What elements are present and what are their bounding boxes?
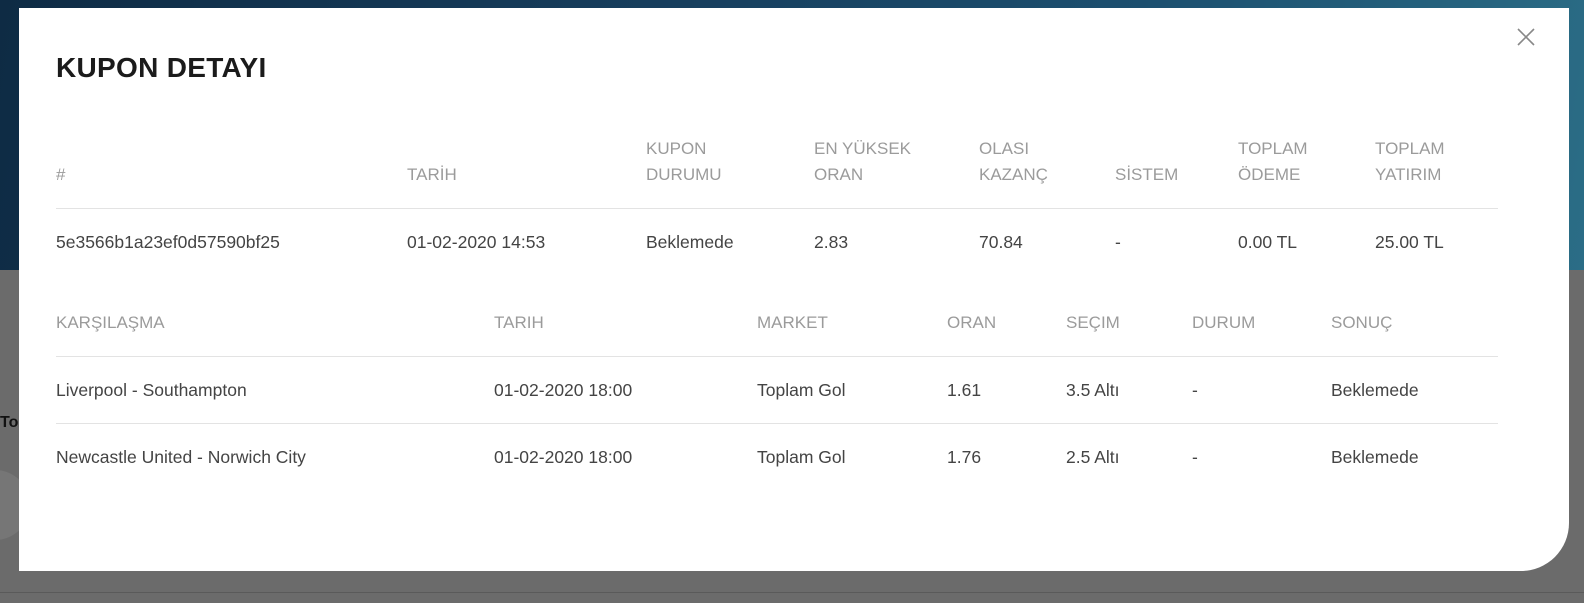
match-selection: 3.5 Altı — [1066, 379, 1120, 400]
column-header-match: KARŞILAŞMA — [56, 310, 494, 357]
match-name: Liverpool - Southampton — [56, 379, 247, 400]
matches-table: KARŞILAŞMA TARIH MARKET ORAN SEÇIM DURUM… — [56, 310, 1498, 490]
match-market: Toplam Gol — [757, 379, 846, 400]
column-header-date: TARİH — [407, 128, 646, 209]
close-button[interactable] — [1515, 26, 1537, 48]
column-header-id: # — [56, 128, 407, 209]
match-result: Beklemede — [1331, 379, 1419, 400]
column-header-match-date: TARIH — [494, 310, 757, 357]
match-market: Toplam Gol — [757, 423, 947, 490]
column-header-system: SİSTEM — [1115, 128, 1238, 209]
table-row: Newcastle United - Norwich City 01-02-20… — [56, 423, 1498, 490]
background-side-label: To — [0, 414, 19, 431]
coupon-system: - — [1115, 231, 1121, 252]
match-status: - — [1192, 423, 1331, 490]
table-row: Liverpool - Southampton 01-02-2020 18:00… — [56, 357, 1498, 424]
match-name: Newcastle United - Norwich City — [56, 423, 494, 490]
coupon-max-odds: 2.83 — [814, 231, 849, 252]
column-header-coupon-status: KUPON DURUMU — [646, 128, 814, 209]
column-header-odds: ORAN — [947, 310, 1066, 357]
match-odds: 1.61 — [947, 379, 982, 400]
column-header-max-odds: EN YÜKSEK ORAN — [814, 128, 979, 209]
coupon-status: Beklemede — [646, 231, 734, 252]
column-header-total-payment: TOPLAM ÖDEME — [1238, 128, 1375, 209]
background-divider — [0, 592, 1584, 593]
column-header-status: DURUM — [1192, 310, 1331, 357]
coupon-potential-win: 70.84 — [979, 231, 1023, 252]
column-header-result: SONUÇ — [1331, 310, 1498, 357]
column-header-market: MARKET — [757, 310, 947, 357]
coupon-total-stake: 25.00 TL — [1375, 231, 1444, 252]
matches-header-row: KARŞILAŞMA TARIH MARKET ORAN SEÇIM DURUM… — [56, 310, 1498, 357]
coupon-row: 5e3566b1a23ef0d57590bf25 01-02-2020 14:5… — [56, 209, 1498, 276]
match-date: 01-02-2020 18:00 — [494, 423, 757, 490]
coupon-total-payment: 0.00 TL — [1238, 231, 1298, 252]
column-header-potential-win: OLASI KAZANÇ — [979, 128, 1115, 209]
match-odds: 1.76 — [947, 423, 1066, 490]
coupon-id: 5e3566b1a23ef0d57590bf25 — [56, 231, 280, 252]
coupon-summary-table: # TARİH KUPON DURUMU EN YÜKSEK ORAN OLAS… — [56, 128, 1498, 275]
column-header-selection: SEÇIM — [1066, 310, 1192, 357]
close-icon — [1517, 28, 1535, 46]
match-selection: 2.5 Altı — [1066, 423, 1192, 490]
match-status: - — [1192, 379, 1198, 400]
coupon-date: 01-02-2020 14:53 — [407, 231, 546, 252]
coupon-detail-modal: KUPON DETAYI # TARİH KUPON DURUMU EN YÜK… — [19, 8, 1569, 571]
match-date: 01-02-2020 18:00 — [494, 379, 633, 400]
column-header-total-stake: TOPLAM YATIRIM — [1375, 128, 1498, 209]
modal-title: KUPON DETAYI — [56, 52, 267, 83]
coupon-header-row: # TARİH KUPON DURUMU EN YÜKSEK ORAN OLAS… — [56, 128, 1498, 209]
match-result: Beklemede — [1331, 423, 1498, 490]
